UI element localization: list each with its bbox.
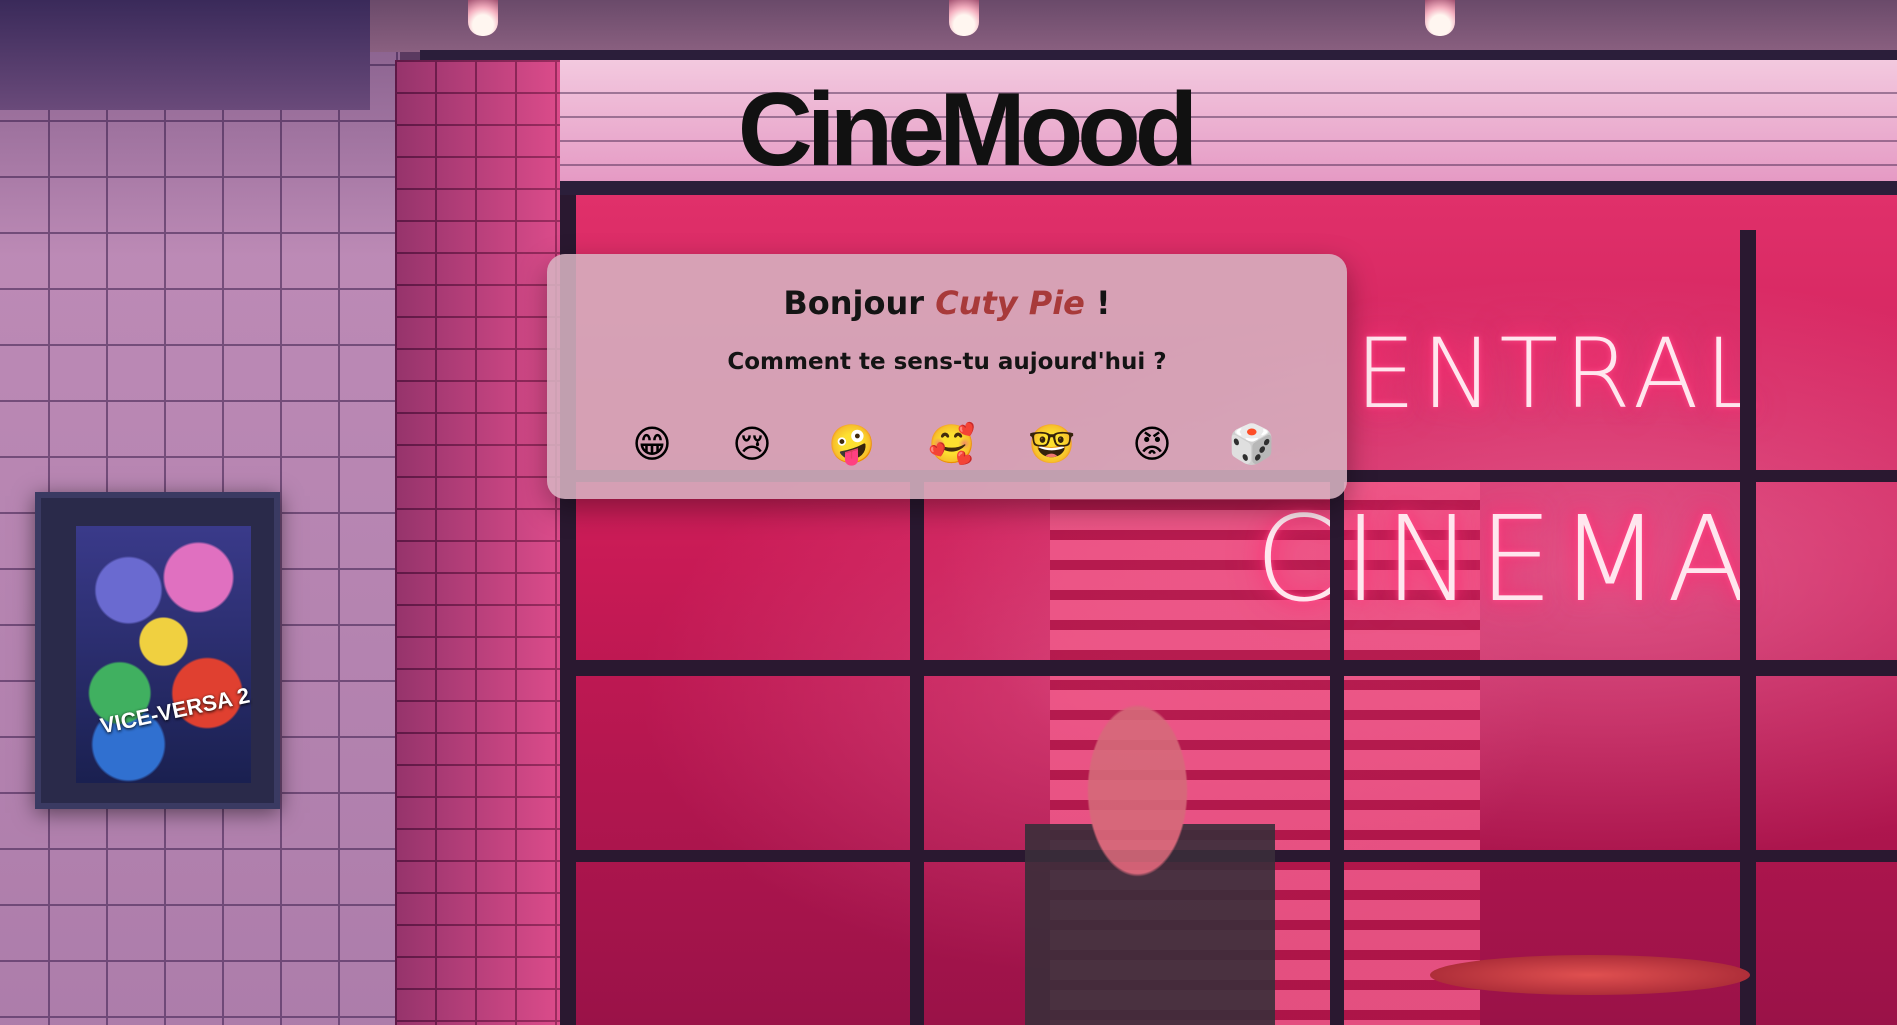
ceiling [370, 0, 1897, 52]
grinning-face-icon: 😁 [632, 422, 672, 466]
mood-sad-button[interactable]: 😢 [727, 419, 777, 469]
cinemood-logo: CineMood [737, 72, 1199, 188]
ceiling-lamp [949, 0, 979, 36]
ceiling-overhang [0, 0, 370, 110]
dice-icon: 🎲 [1228, 421, 1276, 466]
cafe-table [1430, 955, 1750, 995]
window-frame [1740, 230, 1756, 1025]
mood-card: Bonjour Cuty Pie ! Comment te sens-tu au… [547, 254, 1347, 499]
user-name: Cuty Pie [935, 284, 1085, 322]
movie-poster [76, 526, 251, 783]
mood-crazy-button[interactable]: 🤪 [827, 419, 877, 469]
mood-question: Comment te sens-tu aujourd'hui ? [727, 349, 1167, 375]
greeting-heading: Bonjour Cuty Pie ! [547, 284, 1347, 322]
window-frame [560, 660, 1897, 676]
tiled-pillar [395, 60, 560, 1025]
cinema-background: ENTRAL CINEMA VICE-VERSA 2 CineMood Bonj… [0, 0, 1897, 1025]
mood-happy-button[interactable]: 😁 [627, 419, 677, 469]
movie-poster-frame: VICE-VERSA 2 [35, 492, 280, 809]
nerd-face-icon: 🤓 [1028, 421, 1076, 466]
ceiling-lamp [1425, 0, 1455, 36]
mood-options: 😁 😢 🤪 🥰 🤓 😡 🎲 [627, 414, 1277, 474]
zany-face-icon: 🤪 [828, 421, 876, 466]
mood-love-button[interactable]: 🥰 [927, 419, 977, 469]
greeting-prefix: Bonjour [783, 284, 925, 322]
window-frame [910, 470, 924, 1025]
ceiling-lamp [468, 0, 498, 36]
angry-face-icon: 😡 [1132, 422, 1172, 466]
mood-nerd-button[interactable]: 🤓 [1027, 419, 1077, 469]
neon-sign-line1: ENTRAL [1355, 318, 1765, 430]
greeting-suffix: ! [1096, 284, 1111, 322]
crying-face-icon: 😢 [732, 422, 772, 466]
smiling-face-with-hearts-icon: 🥰 [928, 421, 976, 466]
window-frame [1330, 470, 1344, 1025]
people-silhouette [1025, 690, 1275, 1025]
mood-angry-button[interactable]: 😡 [1127, 419, 1177, 469]
mood-random-button[interactable]: 🎲 [1227, 419, 1277, 469]
